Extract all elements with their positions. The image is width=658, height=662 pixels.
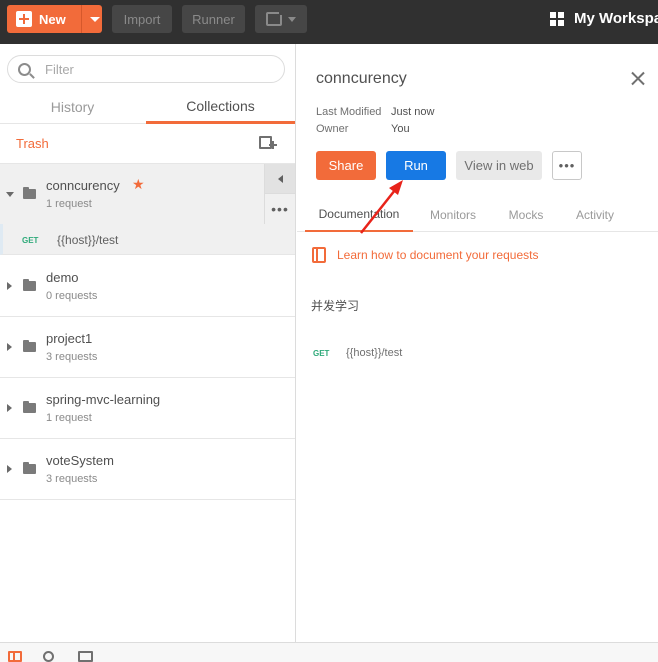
trash-link[interactable]: Trash <box>16 136 49 151</box>
doc-request-url[interactable]: {{host}}/test <box>346 347 402 359</box>
caret-down-icon[interactable] <box>6 192 14 197</box>
collection-item-project1[interactable]: project1 3 requests <box>0 317 295 378</box>
collection-count: 1 request <box>46 198 92 210</box>
sidebar-tabs: History Collections <box>0 90 295 124</box>
request-url: {{host}}/test <box>57 233 119 247</box>
new-button-divider <box>81 5 82 33</box>
tab-mocks[interactable]: Mocks <box>495 198 557 232</box>
collection-controls: ••• <box>264 164 295 224</box>
caret-right-icon[interactable] <box>7 343 12 351</box>
collection-item-conncurency[interactable]: conncurency ★ 1 request ••• <box>0 164 295 225</box>
collection-count: 3 requests <box>46 473 98 485</box>
learn-docs-link[interactable]: Learn how to document your requests <box>312 247 538 263</box>
tab-collections[interactable]: Collections <box>146 90 295 124</box>
new-button-label: New <box>39 11 66 27</box>
collection-name: spring-mvc-learning <box>46 392 161 407</box>
collapse-detail-button[interactable] <box>265 164 295 194</box>
runner-button[interactable]: Runner <box>182 5 245 33</box>
find-icon[interactable] <box>43 651 54 662</box>
chevron-down-icon[interactable] <box>90 17 100 22</box>
filter-input[interactable]: Filter <box>7 55 285 83</box>
folder-icon <box>23 401 36 413</box>
meta-value-last-modified: Just now <box>391 106 435 118</box>
collection-more-button[interactable]: ••• <box>265 194 295 224</box>
run-button[interactable]: Run <box>386 151 446 180</box>
console-icon[interactable] <box>78 651 93 662</box>
page-title: conncurency <box>316 70 407 87</box>
request-method: GET <box>22 236 39 245</box>
share-button[interactable]: Share <box>316 151 376 180</box>
filter-placeholder: Filter <box>45 61 74 77</box>
folder-icon <box>23 462 36 474</box>
collection-item-votesystem[interactable]: voteSystem 3 requests <box>0 439 295 500</box>
collection-item-demo[interactable]: demo 0 requests <box>0 256 295 317</box>
chevron-down-icon <box>288 16 296 22</box>
collection-name: conncurency <box>46 178 120 193</box>
close-icon[interactable] <box>630 71 645 86</box>
meta-key-owner: Owner <box>316 123 349 135</box>
caret-right-icon[interactable] <box>7 404 12 412</box>
workspace-label: My Workspace <box>574 10 658 27</box>
learn-docs-label: Learn how to document your requests <box>337 248 539 262</box>
collection-count: 3 requests <box>46 351 98 363</box>
collection-item-spring-mvc-learning[interactable]: spring-mvc-learning 1 request <box>0 378 295 439</box>
import-button[interactable]: Import <box>112 5 172 33</box>
caret-right-icon[interactable] <box>7 282 12 290</box>
view-in-web-button[interactable]: View in web <box>456 151 542 180</box>
collection-name: demo <box>46 270 79 285</box>
workspace-grid-icon <box>550 11 564 26</box>
folder-icon <box>23 279 36 291</box>
request-item[interactable]: GET {{host}}/test <box>0 224 295 255</box>
collection-name: project1 <box>46 331 93 346</box>
book-icon <box>312 247 326 263</box>
collection-name: voteSystem <box>46 453 114 468</box>
doc-request-method: GET <box>313 349 330 358</box>
collection-count: 0 requests <box>46 290 98 302</box>
new-button[interactable]: New <box>7 5 102 33</box>
annotation-arrow <box>360 180 403 234</box>
folder-icon <box>23 187 36 199</box>
top-bar: New Import Runner My Workspace <box>0 0 658 44</box>
collection-count: 1 request <box>46 412 92 424</box>
trash-row: Trash <box>0 124 295 164</box>
tab-history[interactable]: History <box>0 90 145 124</box>
caret-left-icon <box>277 174 283 183</box>
new-collection-icon[interactable] <box>259 136 277 149</box>
more-actions-button[interactable]: ••• <box>552 151 582 180</box>
star-icon[interactable]: ★ <box>132 177 145 191</box>
new-window-button[interactable] <box>255 5 307 33</box>
toggle-sidebar-icon[interactable] <box>8 651 22 662</box>
plus-icon <box>16 11 32 27</box>
folder-icon <box>23 340 36 352</box>
status-bar <box>0 642 658 662</box>
tab-activity[interactable]: Activity <box>565 198 625 232</box>
collection-description: 并发学习 <box>311 299 360 313</box>
caret-right-icon[interactable] <box>7 465 12 473</box>
workspace-switcher[interactable]: My Workspace <box>550 10 658 27</box>
meta-key-last-modified: Last Modified <box>316 106 382 118</box>
search-icon <box>18 62 31 76</box>
tab-monitors[interactable]: Monitors <box>415 198 491 232</box>
detail-tabs: Documentation Monitors Mocks Activity <box>297 198 658 232</box>
new-window-icon <box>266 9 285 26</box>
sidebar: Filter History Collections Trash conncur… <box>0 44 296 642</box>
meta-value-owner: You <box>391 123 410 135</box>
